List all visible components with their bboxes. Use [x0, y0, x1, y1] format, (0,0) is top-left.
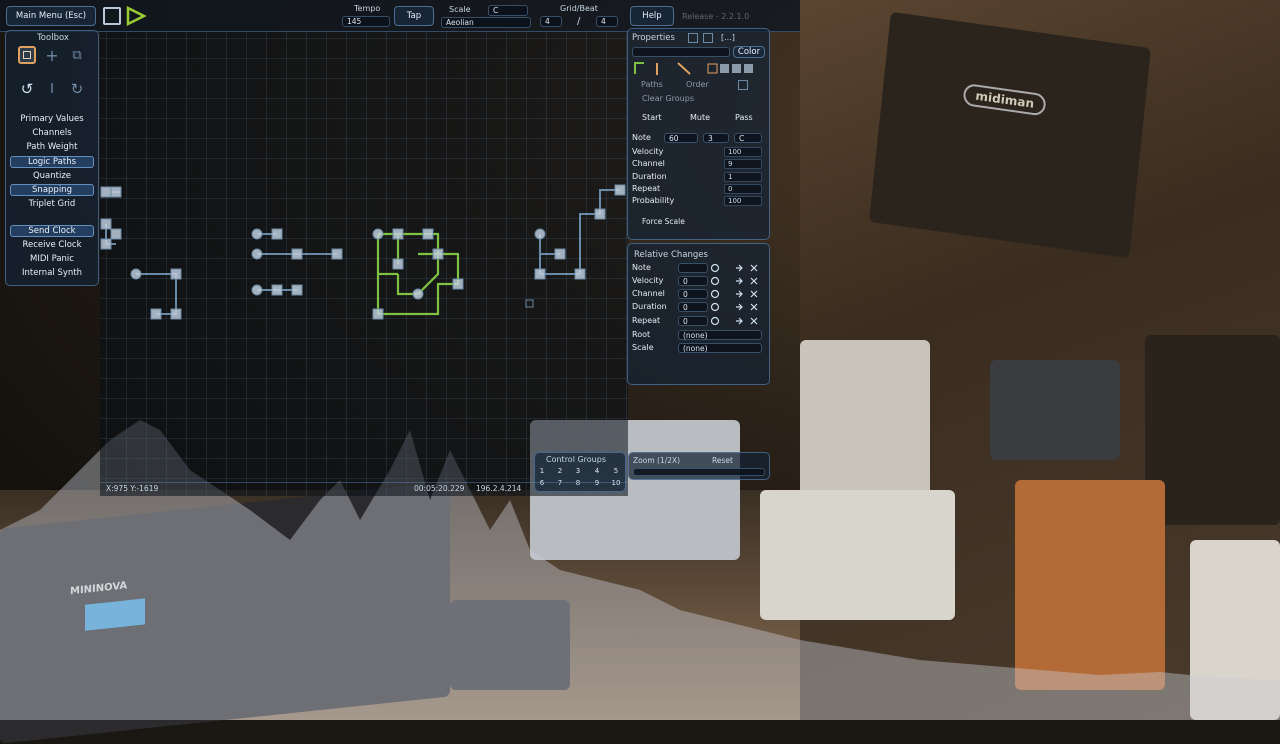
control-group-2[interactable]: 2: [551, 467, 569, 477]
status-bar: [100, 482, 628, 494]
midiman-logo: midiman: [962, 82, 1048, 117]
midi-panic-button[interactable]: MIDI Panic: [10, 253, 94, 265]
toolbox-logic-paths[interactable]: Logic Paths: [10, 156, 94, 168]
channel-label: Channel: [632, 159, 665, 168]
rel-channel-label: Channel: [632, 289, 665, 298]
zoom-reset-button[interactable]: Reset: [712, 456, 733, 465]
toolbox-triplet-grid[interactable]: Triplet Grid: [10, 198, 94, 210]
relative-row-action-icons[interactable]: [710, 262, 762, 328]
relative-changes-title: Relative Changes: [634, 250, 708, 260]
control-group-5[interactable]: 5: [607, 467, 625, 477]
control-group-1[interactable]: 1: [533, 467, 551, 477]
toolbox-channels[interactable]: Channels: [10, 127, 94, 139]
rel-repeat-label: Repeat: [632, 316, 661, 325]
cursor-text-icon[interactable]: I: [43, 80, 61, 98]
toolbox-title: Toolbox: [37, 33, 69, 43]
copy-icon[interactable]: [688, 33, 698, 43]
pass-button[interactable]: Pass: [735, 113, 753, 122]
duration-field[interactable]: 1: [724, 172, 762, 182]
start-button[interactable]: Start: [642, 113, 662, 122]
rel-duration-field[interactable]: 0: [678, 302, 708, 312]
ip-address: 196.2.4.214: [476, 484, 522, 493]
toolbox-path-weight[interactable]: Path Weight: [10, 141, 94, 153]
send-clock-button[interactable]: Send Clock: [10, 225, 94, 237]
zoom-slider[interactable]: [633, 468, 765, 476]
toolbox-primary-values[interactable]: Primary Values: [10, 113, 94, 125]
probability-field[interactable]: 100: [724, 196, 762, 206]
paste-icon[interactable]: [703, 33, 713, 43]
control-group-3[interactable]: 3: [569, 467, 587, 477]
clear-groups-button[interactable]: Clear Groups: [642, 94, 694, 103]
rel-note-field[interactable]: [678, 263, 708, 273]
cursor-coordinates: X:975 Y:-1619: [106, 484, 159, 493]
link-tool-icon[interactable]: ⧉: [68, 46, 86, 64]
repeat-field[interactable]: 0: [724, 184, 762, 194]
scale-label-rel: Scale: [632, 343, 654, 352]
probability-label: Probability: [632, 196, 675, 205]
rel-channel-field[interactable]: 0: [678, 289, 708, 299]
note-value-field[interactable]: 60: [664, 133, 698, 143]
scale-field[interactable]: (none): [678, 343, 762, 353]
mute-button[interactable]: Mute: [690, 113, 710, 122]
color-button[interactable]: Color: [733, 46, 765, 58]
force-scale-toggle[interactable]: Force Scale: [642, 217, 685, 226]
zoom-label: Zoom (1/2X): [633, 456, 681, 465]
rel-note-label: Note: [632, 263, 651, 272]
rel-repeat-field[interactable]: 0: [678, 316, 708, 326]
midi-interface: midiman: [868, 11, 1152, 259]
toolbox-snapping[interactable]: Snapping: [10, 184, 94, 196]
properties-name-field[interactable]: [632, 47, 730, 57]
order-icon[interactable]: [738, 80, 748, 90]
rel-velocity-label: Velocity: [632, 276, 664, 285]
rotate-right-icon[interactable]: ↻: [68, 80, 86, 98]
order-label[interactable]: Order: [686, 80, 709, 89]
channel-field[interactable]: 9: [724, 159, 762, 169]
select-tool-icon[interactable]: [18, 46, 36, 64]
note-label: Note: [632, 133, 651, 142]
note-name-field[interactable]: C: [734, 133, 762, 143]
receive-clock-button[interactable]: Receive Clock: [10, 239, 94, 251]
properties-more[interactable]: [...]: [721, 33, 735, 42]
path-shape-icons[interactable]: [632, 60, 772, 80]
velocity-label: Velocity: [632, 147, 664, 156]
rel-velocity-field[interactable]: 0: [678, 276, 708, 286]
control-group-4[interactable]: 4: [588, 467, 606, 477]
repeat-label: Repeat: [632, 184, 661, 193]
rotate-left-icon[interactable]: ↺: [18, 80, 36, 98]
velocity-field[interactable]: 100: [724, 147, 762, 157]
duration-label: Duration: [632, 172, 667, 181]
toolbox-quantize[interactable]: Quantize: [10, 170, 94, 182]
control-groups-title: Control Groups: [546, 455, 606, 464]
elapsed-time: 00:05:20.229: [414, 484, 465, 493]
internal-synth-button[interactable]: Internal Synth: [10, 267, 94, 279]
root-field[interactable]: (none): [678, 330, 762, 340]
properties-title: Properties: [632, 33, 675, 43]
root-label: Root: [632, 330, 651, 339]
rel-duration-label: Duration: [632, 302, 667, 311]
add-node-tool-icon[interactable]: +: [43, 46, 61, 65]
paths-label[interactable]: Paths: [641, 80, 663, 89]
note-octave-field[interactable]: 3: [703, 133, 729, 143]
